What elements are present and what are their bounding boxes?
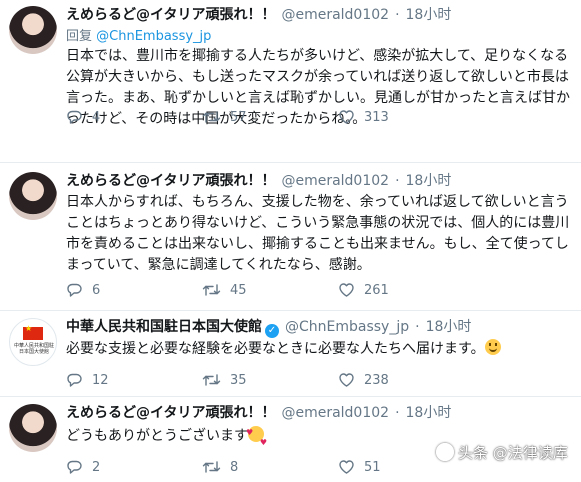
display-name[interactable]: えめらるど@イタリア頑張れ！！	[66, 7, 275, 23]
like-icon	[339, 110, 354, 124]
retweet-count: 8	[230, 459, 239, 475]
tweet-text: 日本人からすれば、もちろん、支援した物を、余っていれば返して欲しいと言うことはち…	[66, 194, 570, 273]
retweet-button[interactable]: 8	[202, 459, 238, 475]
tweet-text: 必要な支援と必要な経験を必要なときに必要な人たちへ届けます。	[66, 339, 572, 360]
reply-button[interactable]: 6	[66, 282, 100, 298]
reply-context: 回复 @ChnEmbassy_jp	[66, 25, 211, 44]
retweet-icon	[202, 284, 221, 296]
separator: ·	[395, 173, 400, 189]
retweet-icon	[202, 111, 221, 123]
like-icon	[339, 373, 354, 387]
like-count: 313	[364, 109, 389, 125]
watermark-logo-icon	[436, 443, 454, 461]
reply-button[interactable]: 2	[66, 459, 100, 475]
like-button[interactable]: 313	[338, 109, 389, 125]
reply-button[interactable]: 4	[66, 109, 100, 125]
like-count: 51	[364, 459, 381, 475]
smile-emoji-icon	[484, 339, 501, 355]
reply-icon	[67, 460, 82, 474]
avatar-caption: 中華人民共和国駐日本国大使館	[14, 343, 55, 355]
handle[interactable]: @ChnEmbassy_jp	[285, 319, 409, 335]
separator: ·	[395, 405, 400, 421]
tweet-text-content: どうもありがとうございます	[66, 428, 248, 444]
reply-icon	[67, 283, 82, 297]
reply-label: 回复	[66, 29, 93, 44]
like-icon	[339, 460, 354, 474]
retweet-count: 45	[230, 282, 247, 298]
reply-count: 2	[92, 459, 101, 475]
display-name[interactable]: 中華人民共和国駐日本国大使館	[66, 319, 262, 335]
avatar[interactable]	[9, 6, 57, 54]
avatar[interactable]	[9, 404, 57, 452]
like-button[interactable]: 261	[338, 282, 389, 298]
timestamp[interactable]: 18小时	[406, 405, 452, 421]
like-count: 261	[364, 282, 389, 298]
reply-count: 12	[92, 372, 109, 388]
retweet-button[interactable]: 45	[202, 282, 247, 298]
watermark-text: 头条 @法律读库	[458, 444, 568, 462]
hearts-emoji-icon	[246, 422, 267, 453]
retweet-count: 57	[230, 109, 247, 125]
verified-badge-icon: ✓	[265, 324, 279, 338]
reply-count: 6	[92, 282, 101, 298]
divider	[0, 396, 581, 397]
separator: ·	[415, 319, 420, 335]
retweet-button[interactable]: 57	[202, 109, 247, 125]
like-icon	[339, 283, 354, 297]
retweet-icon	[202, 461, 221, 473]
tweet-text: 日本では、豊川市を揶揄する人たちが多いけど、感染が拡大して、足りなくなる公算が大…	[66, 48, 570, 127]
handle[interactable]: @emerald0102	[281, 173, 389, 189]
tweet-text-content: 必要な支援と必要な経験を必要なときに必要な人たちへ届けます。	[66, 341, 485, 357]
tweet-header: えめらるど@イタリア頑張れ！！ @emerald0102 · 18小时	[66, 404, 451, 422]
separator: ·	[395, 7, 400, 23]
timestamp[interactable]: 18小时	[406, 7, 452, 23]
retweet-icon	[202, 374, 221, 386]
retweet-count: 35	[230, 372, 247, 388]
avatar[interactable]	[9, 172, 57, 220]
timestamp[interactable]: 18小时	[426, 319, 472, 335]
divider	[0, 162, 581, 163]
divider	[0, 310, 581, 311]
timestamp[interactable]: 18小时	[406, 173, 452, 189]
reply-count: 4	[92, 109, 101, 125]
reply-icon	[67, 110, 82, 124]
reply-icon	[67, 373, 82, 387]
like-button[interactable]: 51	[338, 459, 381, 475]
handle[interactable]: @emerald0102	[281, 7, 389, 23]
tweet-header: えめらるど@イタリア頑張れ！！ @emerald0102 · 18小时	[66, 172, 451, 190]
flag-icon	[23, 324, 43, 340]
avatar[interactable]: 中華人民共和国駐日本国大使館	[9, 318, 57, 366]
handle[interactable]: @emerald0102	[281, 405, 389, 421]
like-count: 238	[364, 372, 389, 388]
reply-button[interactable]: 12	[66, 372, 109, 388]
tweet-header: えめらるど@イタリア頑張れ！！ @emerald0102 · 18小时	[66, 6, 451, 24]
tweet-header: 中華人民共和国駐日本国大使館 ✓ @ChnEmbassy_jp · 18小时	[66, 318, 471, 338]
retweet-button[interactable]: 35	[202, 372, 247, 388]
watermark: 头条 @法律读库	[436, 442, 568, 463]
reply-to-link[interactable]: @ChnEmbassy_jp	[96, 29, 211, 44]
like-button[interactable]: 238	[338, 372, 389, 388]
display-name[interactable]: えめらるど@イタリア頑張れ！！	[66, 405, 275, 421]
display-name[interactable]: えめらるど@イタリア頑張れ！！	[66, 173, 275, 189]
